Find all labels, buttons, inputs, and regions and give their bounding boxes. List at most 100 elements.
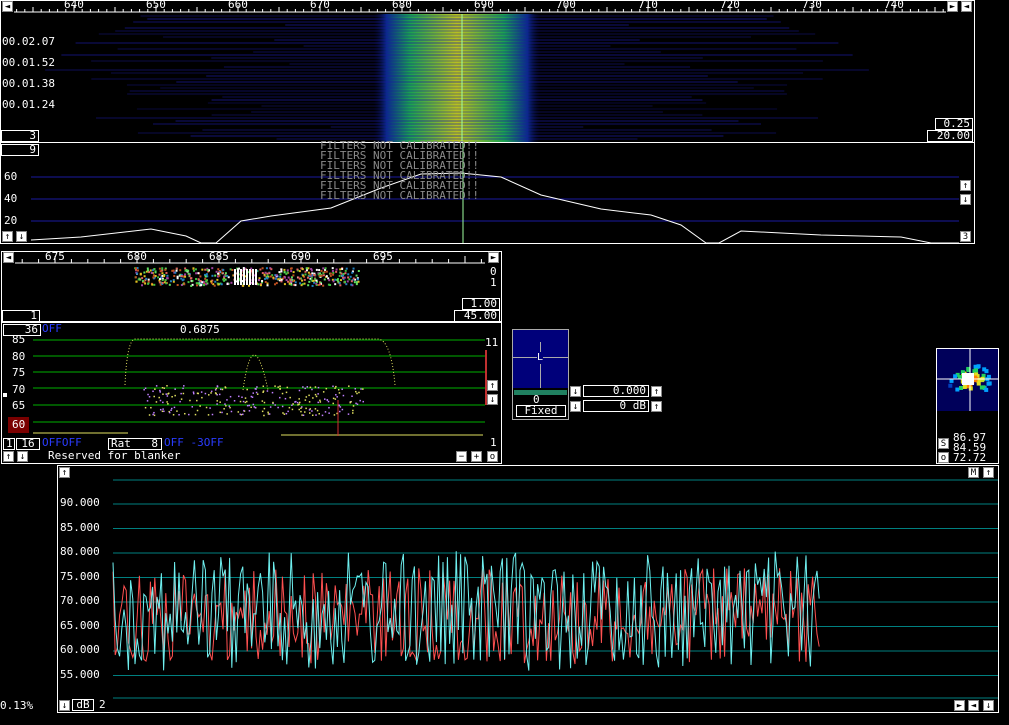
hires-freq-tick: 675	[45, 250, 65, 263]
baseband-marker	[3, 393, 7, 397]
baseband-zoom-down-button[interactable]: ↓	[17, 451, 28, 462]
strength-down-button-right[interactable]: ↓	[983, 700, 994, 711]
meter-o-button[interactable]: o	[938, 452, 949, 463]
hires-pixel	[139, 278, 142, 281]
strength-db-box[interactable]: dB	[72, 699, 94, 711]
baseband-dot	[311, 414, 314, 417]
baseband-dot	[349, 401, 351, 404]
spectrum-zoom-down-button[interactable]: ↓	[16, 231, 27, 242]
hires-pixel	[280, 268, 283, 271]
baseband-dot	[277, 406, 279, 409]
hires-pixel	[151, 269, 154, 272]
hires-pixel	[183, 283, 186, 286]
hires-avg-box[interactable]: 1	[2, 310, 40, 322]
afc-field-2[interactable]: 0 dB	[583, 400, 649, 412]
hires-pixel	[315, 268, 318, 271]
field1-up-button[interactable]: ↑	[651, 386, 662, 397]
baseband-dot	[180, 398, 183, 400]
afc-mode-button[interactable]: Fixed	[516, 405, 566, 417]
baseband-dot	[147, 393, 149, 396]
hires-pixel	[305, 267, 308, 270]
hires-pixel	[297, 276, 300, 279]
baseband-dot	[299, 401, 301, 404]
baseband-box-16[interactable]: 16	[16, 438, 40, 450]
baseband-dot	[285, 412, 288, 415]
baseband-minus-button[interactable]: −	[456, 451, 467, 462]
hires-pixel	[305, 269, 308, 272]
baseband-dot	[317, 393, 319, 395]
waterfall-avg-box[interactable]: 3	[1, 130, 39, 142]
field1-down-button[interactable]: ↓	[570, 386, 581, 397]
hires-pixel	[332, 271, 335, 274]
scroll-left-button[interactable]: ◄	[2, 1, 13, 12]
hires-pixel	[311, 272, 314, 275]
baseband-dot	[255, 391, 258, 394]
hires-pixel	[196, 284, 199, 287]
baseband-dot	[281, 392, 284, 395]
waterfall-zero-box[interactable]: 20.00	[927, 130, 973, 142]
baseband-box-1[interactable]: 1	[3, 438, 15, 450]
spectrum-down-button[interactable]: ↓	[960, 194, 971, 205]
hires-pixel	[214, 280, 217, 283]
meter-pixel	[958, 385, 963, 390]
hires-right-button[interactable]: ►	[488, 252, 499, 263]
baseband-dot	[153, 411, 155, 414]
field2-up-button[interactable]: ↑	[651, 401, 662, 412]
strength-right-button[interactable]: ►	[954, 700, 965, 711]
baseband-dot	[308, 401, 311, 403]
baseband-dot	[183, 385, 185, 387]
hires-pixel	[312, 279, 315, 282]
hires-pixel	[163, 275, 166, 278]
hires-pixel	[221, 271, 224, 274]
hires-left-button[interactable]: ◄	[3, 252, 14, 263]
hires-pixel	[311, 284, 314, 287]
afc-field-1[interactable]: 0.000	[583, 385, 649, 397]
spectrum-right-box[interactable]: 3	[960, 231, 971, 242]
hires-pixel	[169, 280, 172, 283]
baseband-blue-label-2[interactable]: OFF -3OFF	[164, 437, 224, 449]
baseband-dot	[219, 411, 221, 414]
scroll-left-button-right[interactable]: ◄	[961, 1, 972, 12]
hires-pixel	[337, 280, 340, 283]
baseband-dot	[193, 392, 195, 395]
hires-pixel	[264, 281, 267, 284]
hires-pixel	[150, 271, 153, 274]
spectrum-zoom-up-button[interactable]: ↑	[2, 231, 13, 242]
meter-pixel	[968, 386, 973, 391]
hires-pixel	[154, 271, 157, 274]
field2-down-button[interactable]: ↓	[570, 401, 581, 412]
hires-zero-box[interactable]: 45.00	[454, 310, 500, 322]
hires-pixel	[306, 276, 309, 279]
baseband-plus-button[interactable]: +	[471, 451, 482, 462]
afc-vline	[540, 342, 541, 388]
hires-pixel	[292, 271, 295, 274]
hires-peak	[252, 269, 254, 285]
meter-s-button[interactable]: S	[938, 438, 949, 449]
baseband-dot	[298, 398, 300, 400]
strength-down-button[interactable]: ↓	[59, 700, 70, 711]
spectrum-up-button[interactable]: ↑	[960, 180, 971, 191]
spectrum-graph	[30, 143, 959, 243]
hires-pixel	[164, 268, 167, 271]
baseband-dot	[333, 414, 336, 416]
hires-freq-tick: 695	[373, 250, 393, 263]
hires-pixel	[164, 279, 167, 282]
baseband-dot	[179, 400, 181, 403]
baseband-o-button[interactable]: o	[487, 451, 498, 462]
hires-pixel	[210, 280, 213, 283]
hires-pixel	[347, 276, 350, 279]
scroll-right-button-left[interactable]: ►	[947, 1, 958, 12]
hires-pixel	[318, 269, 321, 272]
baseband-up-button[interactable]: ↑	[487, 380, 498, 391]
baseband-dot	[242, 400, 245, 403]
strength-left-button[interactable]: ◄	[968, 700, 979, 711]
hires-pixel	[318, 274, 321, 277]
baseband-dot	[300, 410, 302, 413]
baseband-dot	[241, 396, 243, 398]
baseband-dot	[189, 399, 191, 402]
baseband-offoff-label[interactable]: OFFOFF	[42, 437, 82, 449]
hires-pixel	[266, 276, 269, 279]
baseband-zoom-up-button[interactable]: ↑	[3, 451, 14, 462]
baseband-down-button[interactable]: ↓	[487, 394, 498, 405]
hires-pixel	[351, 271, 354, 274]
